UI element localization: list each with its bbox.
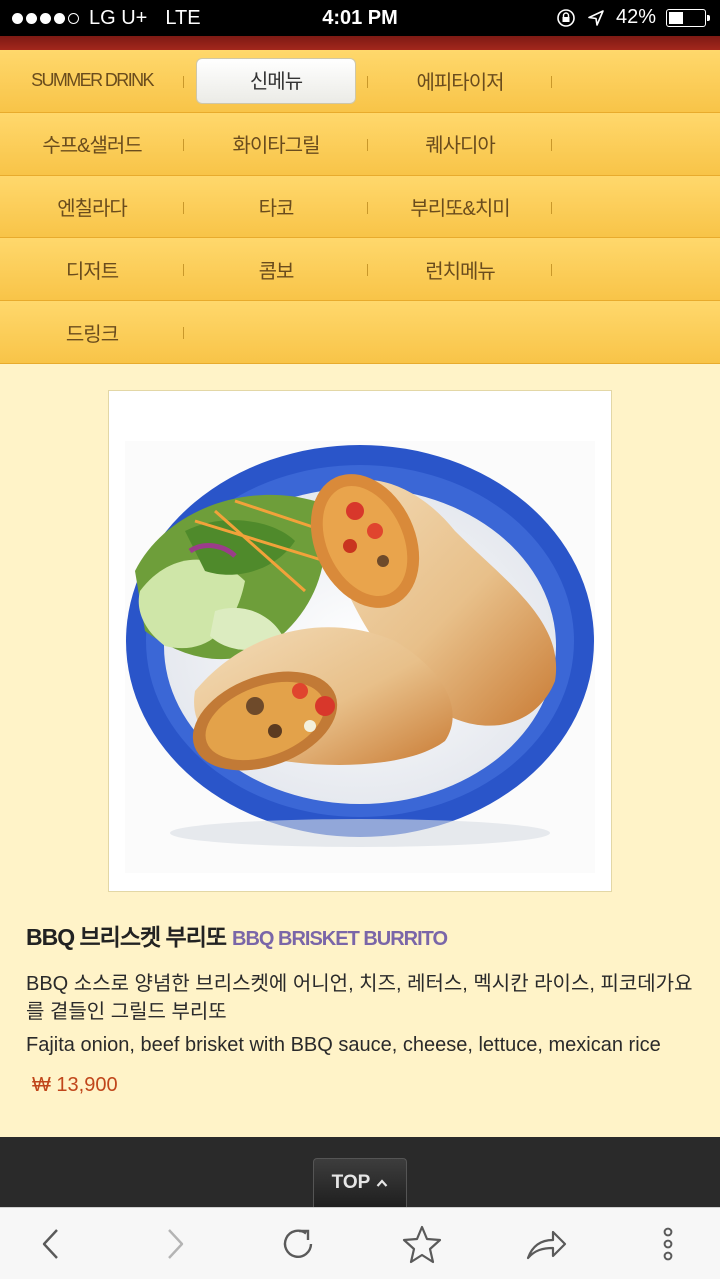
reload-button[interactable]	[276, 1222, 320, 1266]
header-bar	[0, 36, 720, 50]
scroll-top-button[interactable]: TOP	[313, 1158, 407, 1207]
product-title-english: BBQ BRISKET BURRITO	[232, 928, 448, 950]
menu-item-label: 런치메뉴	[425, 260, 496, 283]
menu-item[interactable]: 타코	[184, 176, 368, 238]
menu-item[interactable]: 신메뉴	[184, 50, 368, 112]
menu-item-label: 수프&샐러드	[42, 135, 142, 158]
menu-row: 드링크	[0, 301, 720, 364]
category-menu: SUMMER DRINK 신메뉴 에피타이저수프&샐러드 화이타그릴 퀘사디아엔칠라다 타…	[0, 50, 720, 364]
menu-item-label: 엔칠라다	[57, 197, 128, 220]
product-description-english: Fajita onion, beef brisket with BBQ sauc…	[26, 1034, 661, 1056]
menu-item[interactable]: 부리또&치미	[368, 176, 552, 238]
menu-item-label: SUMMER DRINK	[31, 70, 154, 91]
menu-row: 엔칠라다 타코 부리또&치미	[0, 175, 720, 239]
menu-item-label: 신메뉴	[196, 57, 356, 104]
menu-item[interactable]: 에피타이저	[368, 50, 552, 112]
share-button[interactable]	[524, 1222, 568, 1266]
menu-item-label: 부리또&치미	[410, 197, 510, 220]
menu-item-label: 디저트	[65, 260, 119, 283]
status-bar: LG U+ LTE 4:01 PM 42%	[0, 0, 720, 36]
battery-icon	[666, 8, 710, 27]
bookmark-star-icon	[402, 1225, 442, 1264]
menu-item[interactable]: SUMMER DRINK	[0, 50, 184, 112]
menu-item[interactable]: 콤보	[184, 238, 368, 300]
menu-item-label: 화이타그릴	[232, 135, 321, 158]
forward-icon	[168, 1229, 184, 1259]
menu-row: 디저트 콤보 런치메뉴	[0, 238, 720, 302]
menu-item[interactable]: 드링크	[0, 301, 184, 363]
menu-item[interactable]: 수프&샐러드	[0, 113, 184, 175]
back-icon	[42, 1229, 58, 1259]
share-icon	[526, 1230, 567, 1260]
menu-item[interactable]: 디저트	[0, 238, 184, 300]
menu-item[interactable]: 런치메뉴	[368, 238, 552, 300]
reload-icon	[283, 1229, 313, 1258]
chevron-up-icon	[377, 1179, 388, 1187]
product-title: BBQ 브리스켓 부리또 BBQ BRISKET BURRITO	[26, 918, 448, 952]
battery-percent: 42%	[615, 6, 656, 28]
product-description-korean: BBQ 소스로 양념한 브리스켓에 어니언, 치즈, 레터스, 멕시칸 라이스,…	[26, 973, 693, 1023]
orientation-lock-icon	[557, 8, 575, 27]
forward-button[interactable]	[152, 1222, 196, 1266]
product-title-korean: BBQ 브리스켓 부리또	[26, 924, 227, 950]
browser-toolbar	[0, 1207, 720, 1279]
menu-row: SUMMER DRINK 신메뉴 에피타이저	[0, 50, 720, 113]
menu-item-label: 콤보	[258, 260, 295, 283]
menu-item-label: 퀘사디아	[425, 135, 496, 158]
status-right: 42%	[556, 6, 710, 29]
menu-item[interactable]: 엔칠라다	[0, 176, 184, 238]
back-button[interactable]	[30, 1222, 74, 1266]
menu-item-label: 에피타이저	[416, 72, 505, 95]
menu-item-label: 드링크	[65, 323, 119, 346]
product-image	[108, 390, 612, 892]
more-icon	[663, 1227, 673, 1261]
burrito-plate-image	[125, 441, 595, 873]
scroll-top-label: TOP	[331, 1172, 371, 1193]
product-price: ₩ 13,900	[32, 1074, 118, 1096]
menu-item[interactable]: 퀘사디아	[368, 113, 552, 175]
menu-item-label: 타코	[258, 197, 295, 220]
location-arrow-icon	[588, 9, 604, 26]
menu-item[interactable]: 화이타그릴	[184, 113, 368, 175]
more-button[interactable]	[646, 1222, 690, 1266]
menu-row: 수프&샐러드 화이타그릴 퀘사디아	[0, 112, 720, 176]
bookmark-button[interactable]	[400, 1222, 444, 1266]
